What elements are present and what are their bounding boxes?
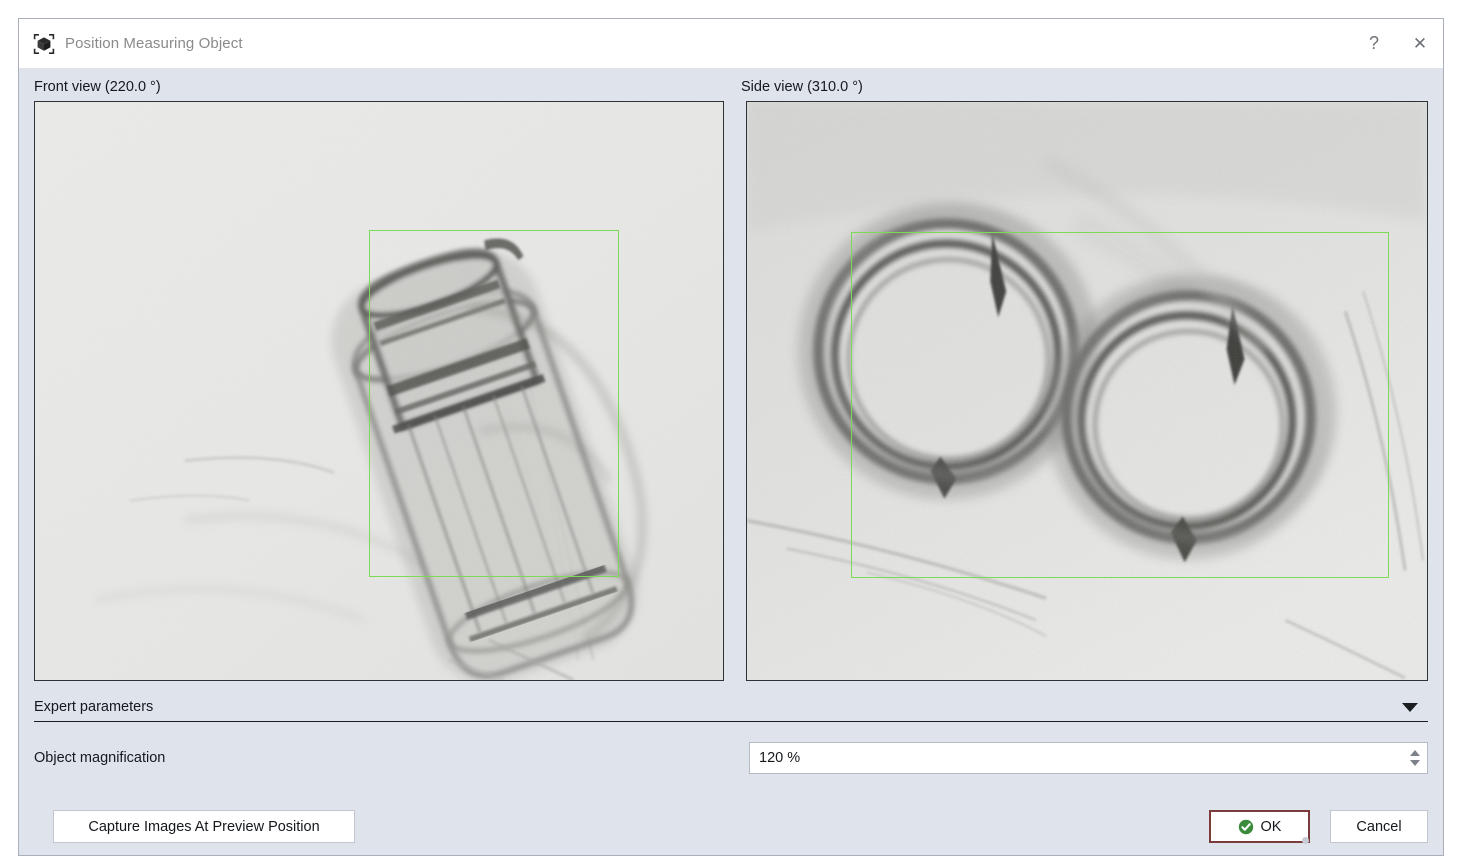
expert-parameters-label: Expert parameters: [34, 699, 153, 715]
close-button[interactable]: ✕: [1397, 19, 1443, 68]
ok-focus-marker: [1302, 837, 1309, 844]
ok-button-label: OK: [1261, 819, 1282, 835]
front-view-label: Front view (220.0 °): [34, 79, 741, 95]
expert-parameters-divider: [34, 721, 1428, 722]
spinner-up-icon[interactable]: [1403, 743, 1427, 758]
help-button[interactable]: ?: [1351, 19, 1397, 68]
cancel-button[interactable]: Cancel: [1330, 810, 1428, 843]
position-measuring-object-dialog: Position Measuring Object ? ✕ Front view…: [18, 18, 1444, 856]
dialog-body: Front view (220.0 °) Side view (310.0 °): [19, 68, 1443, 855]
backdrop-left-strip: [0, 0, 18, 865]
window-title: Position Measuring Object: [65, 35, 243, 52]
title-bar: Position Measuring Object ? ✕: [19, 19, 1443, 68]
capture-images-button[interactable]: Capture Images At Preview Position: [53, 810, 355, 843]
object-magnification-spinbox[interactable]: 120 %: [749, 742, 1428, 774]
front-view-panel[interactable]: [34, 101, 724, 681]
dialog-footer: Capture Images At Preview Position OK Ca…: [19, 810, 1443, 843]
front-view-xray-image: [35, 102, 723, 680]
expert-parameters-header[interactable]: Expert parameters: [34, 695, 1428, 719]
object-magnification-input[interactable]: 120 %: [750, 743, 1402, 773]
side-view-panel[interactable]: [746, 101, 1428, 681]
side-view-xray-image: [747, 102, 1427, 680]
spinner-down-icon[interactable]: [1403, 758, 1427, 773]
measure-object-cube-icon: [33, 33, 55, 55]
ok-button[interactable]: OK: [1209, 810, 1310, 843]
view-labels-row: Front view (220.0 °) Side view (310.0 °): [19, 68, 1443, 101]
image-panels: [19, 101, 1443, 681]
side-view-label: Side view (310.0 °): [741, 79, 1441, 95]
object-magnification-label: Object magnification: [34, 750, 749, 766]
magnification-spinner[interactable]: [1402, 743, 1427, 773]
green-check-circle-icon: [1238, 819, 1254, 835]
chevron-down-icon[interactable]: [1402, 701, 1418, 713]
object-magnification-row: Object magnification 120 %: [34, 742, 1428, 774]
